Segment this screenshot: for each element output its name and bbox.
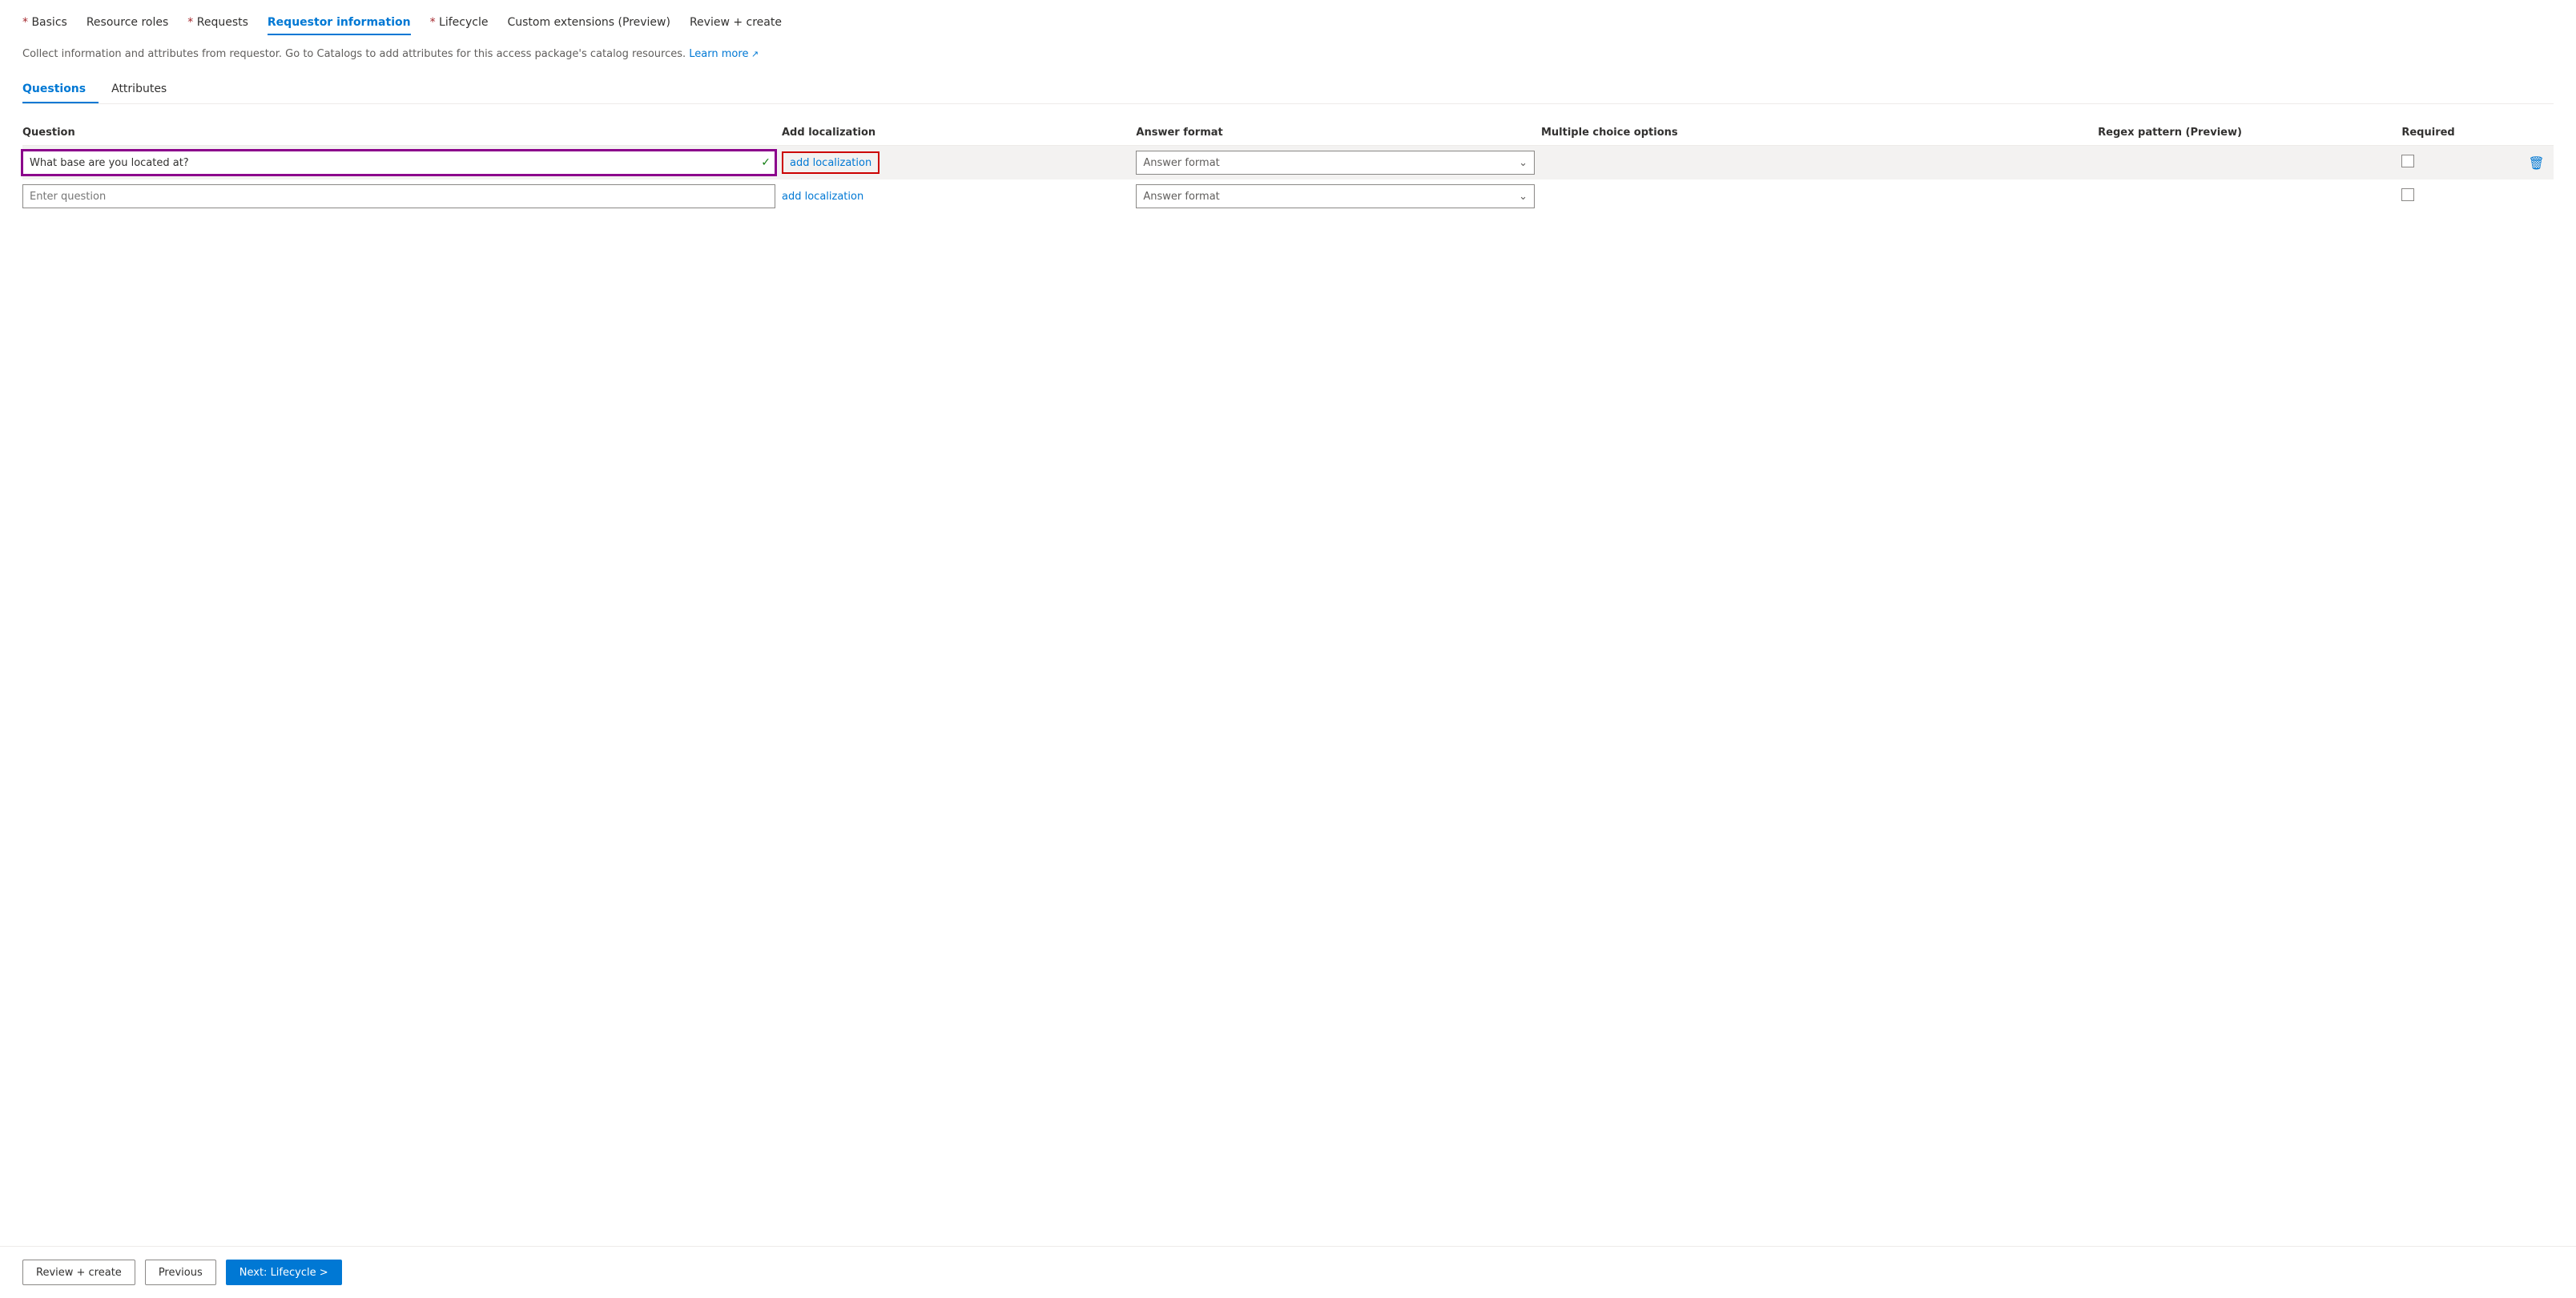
delete-cell-2 (2528, 179, 2554, 213)
sub-tab-attributes[interactable]: Attributes (111, 76, 179, 103)
regex-cell-1 (2098, 146, 2401, 180)
sub-tabs: Questions Attributes (22, 76, 2554, 104)
question-input-2[interactable] (22, 184, 775, 208)
tab-review-create[interactable]: Review + create (690, 16, 782, 35)
table-row: add localization Answer format ⌄ (22, 179, 2554, 213)
col-header-multiple: Multiple choice options (1541, 120, 2098, 146)
check-icon-1: ✓ (761, 156, 771, 169)
tab-basics[interactable]: Basics (22, 16, 67, 35)
col-header-delete (2528, 120, 2554, 146)
answer-dropdown-1[interactable]: Answer format ⌄ (1136, 151, 1535, 175)
delete-icon-1[interactable]: 🗑 (2528, 155, 2544, 171)
required-cell-1 (2401, 146, 2528, 180)
question-cell-1: ✓ (22, 146, 782, 180)
tab-resource-roles[interactable]: Resource roles (87, 16, 168, 35)
col-header-question: Question (22, 120, 782, 146)
tab-custom-extensions[interactable]: Custom extensions (Preview) (507, 16, 670, 35)
review-create-button[interactable]: Review + create (22, 1260, 135, 1285)
col-header-answer: Answer format (1136, 120, 1541, 146)
col-header-required: Required (2401, 120, 2528, 146)
col-header-regex: Regex pattern (Preview) (2098, 120, 2401, 146)
previous-button[interactable]: Previous (145, 1260, 216, 1285)
add-localization-link-2[interactable]: add localization (782, 191, 863, 203)
question-cell-2 (22, 179, 782, 213)
question-input-wrapper-1: ✓ (22, 151, 775, 175)
table-row: ✓ add localization Answer format ⌄ (22, 146, 2554, 180)
required-checkbox-1[interactable] (2401, 155, 2414, 167)
page-description: Collect information and attributes from … (22, 48, 2554, 60)
footer: Review + create Previous Next: Lifecycle… (0, 1246, 2576, 1298)
required-checkbox-2[interactable] (2401, 188, 2414, 201)
sub-tab-questions[interactable]: Questions (22, 76, 99, 103)
answer-cell-2: Answer format ⌄ (1136, 179, 1541, 213)
multiple-cell-2 (1541, 179, 2098, 213)
answer-cell-1: Answer format ⌄ (1136, 146, 1541, 180)
answer-dropdown-2[interactable]: Answer format ⌄ (1136, 184, 1535, 208)
learn-more-link[interactable]: Learn more (689, 48, 759, 60)
chevron-down-icon-1: ⌄ (1519, 157, 1527, 169)
localization-cell-1: add localization (782, 146, 1136, 180)
nav-tabs: Basics Resource roles Requests Requestor… (22, 16, 2554, 35)
question-input-1[interactable] (22, 151, 775, 175)
next-button[interactable]: Next: Lifecycle > (226, 1260, 342, 1285)
add-localization-box-1: add localization (782, 151, 879, 174)
localization-cell-2: add localization (782, 179, 1136, 213)
add-localization-link-1[interactable]: add localization (790, 157, 871, 169)
questions-table: Question Add localization Answer format … (22, 120, 2554, 213)
multiple-cell-1 (1541, 146, 2098, 180)
chevron-down-icon-2: ⌄ (1519, 191, 1527, 203)
regex-cell-2 (2098, 179, 2401, 213)
delete-cell-1: 🗑 (2528, 146, 2554, 180)
required-cell-2 (2401, 179, 2528, 213)
tab-requestor-information[interactable]: Requestor information (268, 16, 411, 35)
tab-requests[interactable]: Requests (187, 16, 248, 35)
tab-lifecycle[interactable]: Lifecycle (430, 16, 489, 35)
col-header-localization: Add localization (782, 120, 1136, 146)
